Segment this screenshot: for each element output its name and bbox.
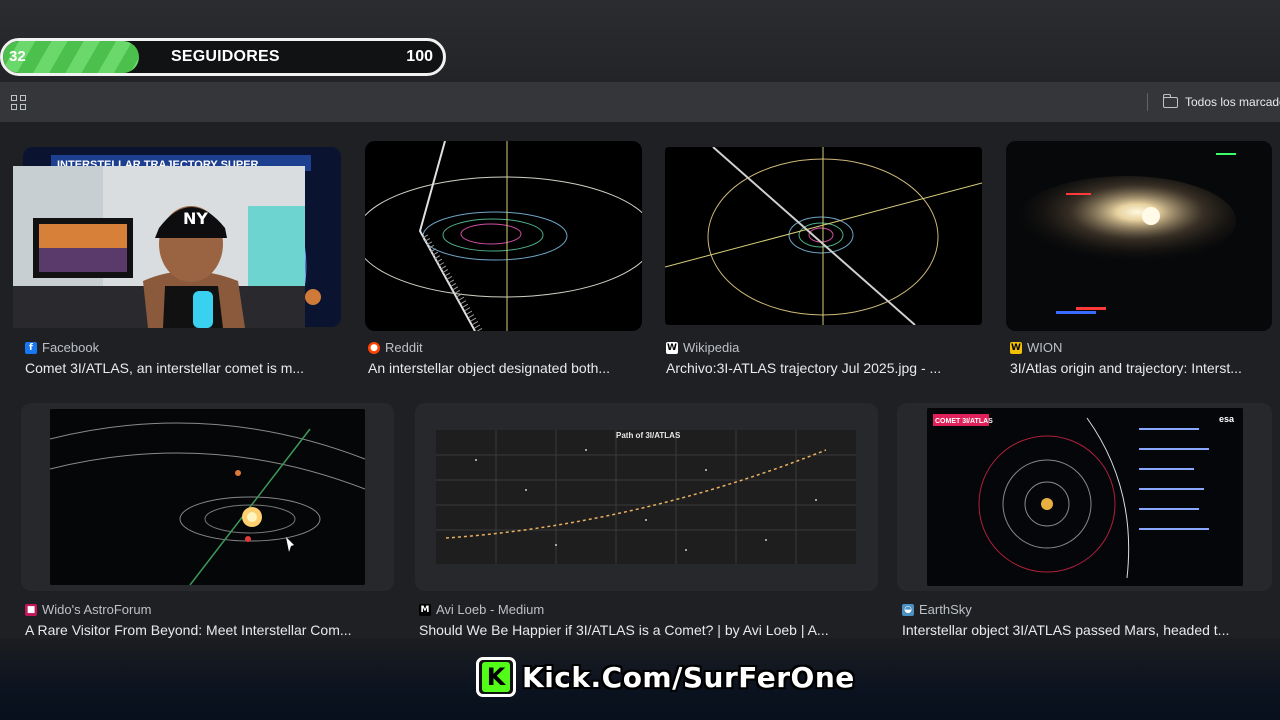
- kick-logo-icon: K: [476, 657, 516, 697]
- result-source[interactable]: Wikipedia: [683, 340, 739, 355]
- result-thumbnail[interactable]: [50, 409, 365, 585]
- result-title[interactable]: Interstellar object 3I/ATLAS passed Mars…: [902, 622, 1264, 638]
- result-thumbnail[interactable]: Path of 3I/ATLAS: [436, 430, 856, 564]
- bookmarks-divider: [1147, 93, 1148, 111]
- result-thumbnail[interactable]: [665, 147, 982, 325]
- result-thumbnail[interactable]: [365, 141, 642, 331]
- followers-goal-widget: 32 SEGUIDORES 100: [0, 38, 446, 76]
- result-title[interactable]: An interstellar object designated both..…: [368, 360, 643, 376]
- astroforum-icon: ■: [25, 603, 37, 616]
- followers-label: SEGUIDORES: [171, 48, 280, 65]
- folder-icon[interactable]: [1162, 94, 1178, 108]
- webcam-overlay: NY: [13, 166, 305, 328]
- result-source[interactable]: Wido's AstroForum: [42, 602, 151, 617]
- result-title[interactable]: Comet 3I/ATLAS, an interstellar comet is…: [25, 360, 345, 376]
- result-title[interactable]: Should We Be Happier if 3I/ATLAS is a Co…: [419, 622, 869, 638]
- esa-logo: esa: [1219, 414, 1235, 424]
- thumb-title: Path of 3I/ATLAS: [616, 431, 681, 440]
- thumb-label: COMET 3I/ATLAS: [935, 418, 993, 425]
- all-bookmarks-button[interactable]: Todos los marcado: [1185, 95, 1280, 109]
- followers-count: 32: [9, 48, 26, 65]
- wikipedia-icon: W: [666, 341, 678, 354]
- result-source[interactable]: Avi Loeb - Medium: [436, 602, 544, 617]
- result-title[interactable]: Archivo:3I-ATLAS trajectory Jul 2025.jpg…: [666, 360, 976, 376]
- medium-icon: M: [419, 603, 431, 616]
- result-title[interactable]: 3I/Atlas origin and trajectory: Interst.…: [1010, 360, 1268, 376]
- facebook-icon: f: [25, 341, 37, 354]
- kick-banner: K Kick.Com/SurFerOne: [476, 653, 855, 701]
- result-source[interactable]: Reddit: [385, 340, 423, 355]
- followers-goal: 100: [406, 48, 433, 65]
- result-source[interactable]: EarthSky: [919, 602, 972, 617]
- result-thumbnail[interactable]: [1006, 141, 1272, 331]
- result-source[interactable]: WION: [1027, 340, 1062, 355]
- earthsky-icon: ◒: [902, 603, 914, 616]
- bookmarks-bar: Todos los marcado: [0, 82, 1280, 122]
- wion-icon: W: [1010, 341, 1022, 354]
- result-thumbnail[interactable]: COMET 3I/ATLAS esa: [927, 408, 1243, 586]
- reddit-icon: ●: [368, 341, 380, 354]
- result-source[interactable]: Facebook: [42, 340, 99, 355]
- svg-text:NY: NY: [183, 209, 208, 228]
- result-title[interactable]: A Rare Visitor From Beyond: Meet Interst…: [25, 622, 385, 638]
- apps-grid-icon[interactable]: [11, 95, 26, 110]
- kick-channel-url: Kick.Com/SurFerOne: [522, 660, 855, 694]
